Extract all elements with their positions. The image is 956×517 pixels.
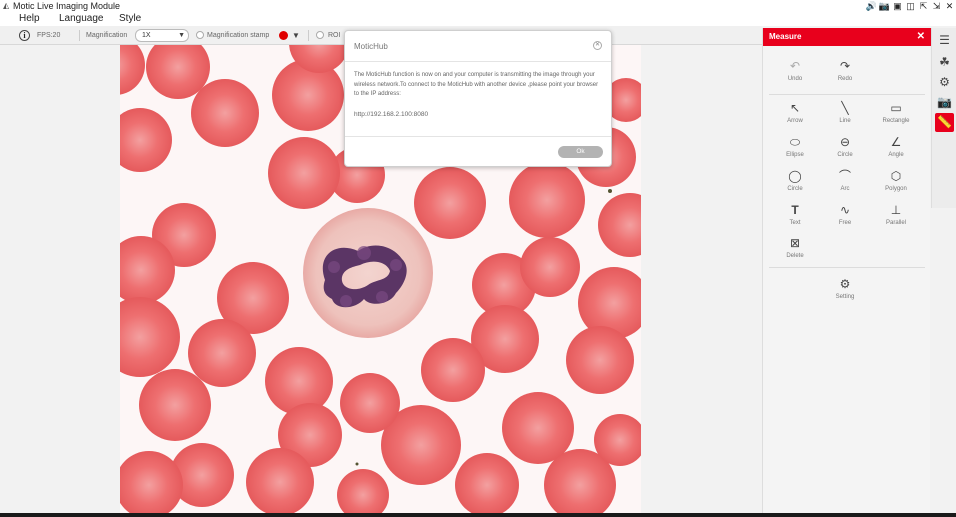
adjust-icon[interactable]: ☰ [935,31,954,50]
tool-label: Circle [787,186,803,192]
tool-label: Angle [888,152,904,158]
arrow-icon: ↖ [789,101,801,115]
maximize-icon[interactable]: ⇲ [930,0,943,12]
delete-button[interactable]: ⊠ Delete [770,235,820,259]
close-icon[interactable]: ✕ [917,28,925,46]
stamp-color-swatch[interactable] [279,31,288,40]
tool-rectangle[interactable]: ▭ Rectangle [871,100,921,124]
taskbar-edge [0,513,956,517]
snapshot-icon[interactable]: 📷 [878,0,891,12]
roi-label: ROI [328,32,341,39]
tool-ellipse[interactable]: ⬭ Ellipse [770,134,820,158]
redo-icon: ↷ [839,59,851,73]
info-icon[interactable]: i [19,30,30,41]
circle-3pt-icon: ◯ [788,169,802,183]
tool-line[interactable]: ╲ Line [820,100,870,124]
magnification-stamp-label: Magnification stamp [207,32,270,39]
undo-icon: ↶ [789,59,801,73]
tool-label: Arrow [787,118,803,124]
tool-polygon[interactable]: ⬡ Polygon [871,168,921,192]
title-bar: ◭ Motic Live Imaging Module 🔊 📷 ▣ ◫ ⇱ ⇲ … [0,0,956,12]
tool-text[interactable]: T Text [770,202,820,226]
menu-bar: Help Language Style [0,12,956,26]
setting-button[interactable]: ⚙ Setting [820,276,870,300]
dialog-ip-address: http://192.168.2.100:8080 [354,111,429,118]
app-logo-icon: ◭ [3,1,10,10]
tool-parallel[interactable]: ⊥ Parallel [871,202,921,226]
redo-label: Redo [837,76,853,82]
magnification-value: 1X [142,32,151,39]
audio-icon[interactable]: 🔊 [865,0,878,12]
tool-label: Text [789,220,801,226]
minimize-icon[interactable]: ⇱ [917,0,930,12]
divider [79,30,80,41]
ellipse-icon: ⬭ [789,135,801,149]
redo-button[interactable]: ↷ Redo [820,58,870,82]
tool-label: Free [838,220,852,226]
split-view-icon[interactable]: ◫ [904,0,917,12]
fps-readout: FPS:20 [37,32,61,39]
chevron-down-icon: ▼ [178,32,185,39]
delete-icon: ⊠ [789,236,801,250]
dialog-message: The MoticHub function is now on and your… [354,72,599,98]
tool-circle-3pt[interactable]: ◯ Circle [770,168,820,192]
measure-panel-header: Measure ✕ [763,28,931,46]
setting-label: Setting [835,294,855,300]
tool-label: Arc [840,186,850,192]
menu-style[interactable]: Style [119,12,141,26]
tool-label: Parallel [885,220,906,226]
gear-icon: ⚙ [839,277,851,291]
tool-label: Circle [837,152,853,158]
divider [345,136,611,137]
divider [769,94,925,95]
magnification-select[interactable]: 1X ▼ [135,29,189,42]
motichub-dialog: MoticHub ✕ The MoticHub function is now … [344,30,612,167]
tool-label: Rectangle [882,118,910,124]
line-icon: ╲ [841,101,849,115]
menu-help[interactable]: Help [19,12,40,26]
tool-arrow[interactable]: ↖ Arrow [770,100,820,124]
freehand-icon: ∿ [839,203,851,217]
tool-circle[interactable]: ⊖ Circle [820,134,870,158]
tool-label: Line [839,118,851,124]
circle-icon: ⊖ [839,135,851,149]
magnification-stamp-radio[interactable] [196,31,204,39]
undo-label: Undo [787,76,803,82]
window-controls: 🔊 📷 ▣ ◫ ⇱ ⇲ ✕ [865,0,956,12]
angle-icon: ∠ [890,135,902,149]
tool-free[interactable]: ∿ Free [820,202,870,226]
view-mode-icon[interactable]: ▣ [891,0,904,12]
dialog-title: MoticHub [354,42,388,51]
arc-icon: ⌒ [838,169,851,183]
menu-language[interactable]: Language [59,12,104,26]
polygon-icon: ⬡ [890,169,902,183]
measure-panel: Measure ✕ ↶ Undo ↷ Redo ↖ Arrow ╲ Line ▭… [762,28,931,513]
close-icon[interactable]: ✕ [943,0,956,12]
panel-title: Measure [769,32,802,41]
chevron-down-icon[interactable]: ▼ [292,26,300,45]
window-title: Motic Live Imaging Module [13,1,121,11]
delete-label: Delete [786,253,804,259]
color-icon[interactable]: ☘ [935,53,954,72]
tool-label: Ellipse [786,152,804,158]
divider [769,267,925,268]
magnification-label: Magnification [86,32,128,39]
gears-icon[interactable]: ⚙ [935,73,954,92]
right-sidebar: ☰ ☘ ⚙ 📷 📏 [931,28,956,208]
text-icon: T [791,203,799,217]
tool-angle[interactable]: ∠ Angle [871,134,921,158]
ruler-icon[interactable]: 📏 [935,113,954,132]
tool-label: Polygon [885,186,907,192]
tool-arc[interactable]: ⌒ Arc [820,168,870,192]
parallel-icon: ⊥ [890,203,902,217]
divider [308,30,309,41]
divider [345,61,611,62]
camera-icon[interactable]: 📷 [935,93,954,112]
roi-radio[interactable] [316,31,324,39]
rectangle-icon: ▭ [890,101,902,115]
close-icon[interactable]: ✕ [593,41,602,50]
undo-button[interactable]: ↶ Undo [770,58,820,82]
ok-button[interactable]: Ok [558,146,603,158]
